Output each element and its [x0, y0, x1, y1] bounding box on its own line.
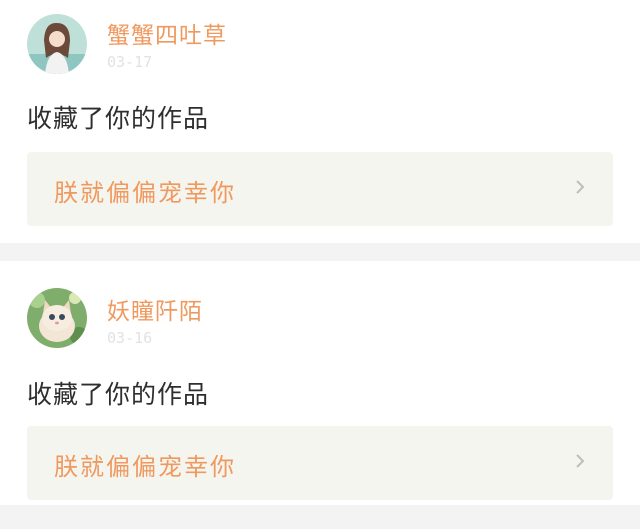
work-title: 朕就偏偏宠幸你 [54, 453, 236, 481]
card-separator [0, 243, 640, 261]
username[interactable]: 妖瞳阡陌 [107, 292, 203, 326]
activity-message: 收藏了你的作品 [27, 104, 210, 133]
timestamp: 03-17 [107, 53, 153, 71]
timestamp: 03-16 [107, 329, 153, 347]
work-link-card[interactable]: 朕就偏偏宠幸你 [27, 426, 613, 500]
avatar-kitten-image [27, 288, 87, 348]
chevron-right-icon [576, 454, 585, 468]
avatar-girl-image [27, 14, 87, 74]
notification-feed: 蟹蟹四吐草 03-17 收藏了你的作品 朕就偏偏宠幸你 妖瞳阡陌 03-16 收… [0, 0, 640, 510]
chevron-right-icon [576, 180, 585, 194]
activity-message: 收藏了你的作品 [27, 380, 210, 409]
work-title: 朕就偏偏宠幸你 [54, 179, 236, 207]
username[interactable]: 蟹蟹四吐草 [107, 16, 227, 50]
user-avatar[interactable] [27, 288, 87, 348]
user-avatar[interactable] [27, 14, 87, 74]
comment-card: 妖瞳阡陌 03-16 收藏了你的作品 朕就偏偏宠幸你 [0, 261, 640, 505]
work-link-card[interactable]: 朕就偏偏宠幸你 [27, 152, 613, 226]
card-separator [0, 505, 640, 510]
comment-card: 蟹蟹四吐草 03-17 收藏了你的作品 朕就偏偏宠幸你 [0, 0, 640, 243]
